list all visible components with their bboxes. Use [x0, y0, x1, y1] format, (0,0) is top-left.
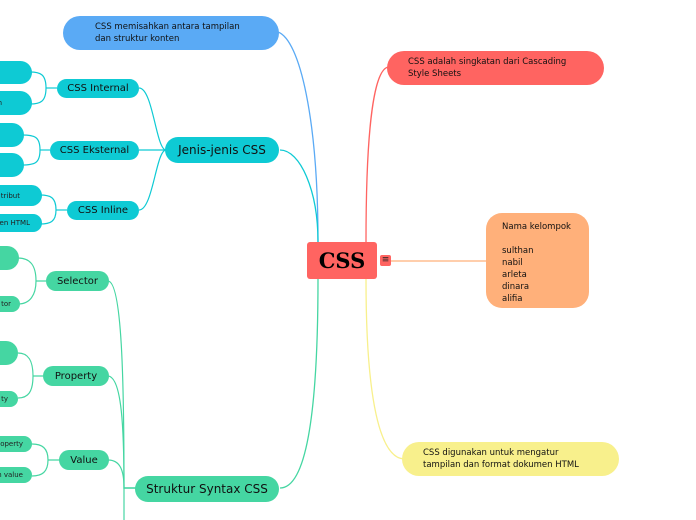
node-label: Value	[70, 454, 98, 466]
group-title: Nama kelompok	[502, 222, 571, 232]
node-property[interactable]: Property	[43, 366, 109, 386]
node-css-eksternal[interactable]: CSS Eksternal	[50, 141, 139, 160]
branch-label: Struktur Syntax CSS	[146, 482, 268, 496]
link-struktur-selector	[107, 280, 136, 489]
group-member: sulthan	[502, 246, 534, 256]
note-text: CSS adalah singkatan dari Cascading Styl…	[408, 57, 567, 79]
note-group-members[interactable]: Nama kelompok sulthan nabil arleta dinar…	[486, 213, 589, 308]
menu-icon[interactable]: ≡	[380, 255, 391, 266]
leaf-internal-1[interactable]	[0, 61, 32, 84]
leaf-selector-2[interactable]: tor	[0, 296, 20, 312]
note-text: CSS memisahkan antara tampilan dan struk…	[95, 22, 240, 44]
note-css-usage[interactable]: CSS digunakan untuk mengatur tampilan da…	[402, 442, 619, 476]
group-member: nabil	[502, 258, 523, 268]
node-label: CSS Internal	[67, 83, 129, 94]
link-jenis-internal	[138, 87, 167, 151]
link-blue	[277, 31, 319, 243]
root-node[interactable]: CSS	[307, 242, 377, 279]
note-text: CSS digunakan untuk mengatur tampilan da…	[423, 448, 579, 470]
leaf-inline-1[interactable]: tribut	[0, 185, 42, 206]
node-selector[interactable]: Selector	[46, 271, 109, 291]
note-css-separation[interactable]: CSS memisahkan antara tampilan dan struk…	[63, 16, 279, 50]
link-jenis-inline	[138, 149, 167, 211]
link-red	[365, 66, 389, 243]
group-member: alifia	[502, 294, 523, 304]
leaf-value-1[interactable]: operty	[0, 436, 32, 452]
link-struktur	[279, 278, 319, 489]
group-member: dinara	[502, 282, 530, 292]
node-label: CSS Eksternal	[59, 145, 130, 156]
link-yellow	[365, 278, 405, 460]
leaf-value-2[interactable]: n value	[0, 467, 32, 483]
note-css-definition[interactable]: CSS adalah singkatan dari Cascading Styl…	[387, 51, 604, 85]
node-value[interactable]: Value	[59, 450, 109, 470]
branch-label: Jenis-jenis CSS	[178, 143, 266, 157]
leaf-inline-2[interactable]: en HTML	[0, 214, 42, 232]
root-label: CSS	[318, 248, 366, 273]
node-css-internal[interactable]: CSS Internal	[57, 79, 139, 98]
node-label: CSS Inline	[77, 205, 129, 216]
node-css-inline[interactable]: CSS Inline	[67, 201, 139, 220]
link-jenis	[279, 149, 319, 243]
leaf-eksternal-2[interactable]	[0, 153, 24, 177]
node-label: Property	[54, 370, 98, 382]
leaf-internal-2[interactable]: n	[0, 91, 32, 115]
branch-jenis-css[interactable]: Jenis-jenis CSS	[165, 137, 279, 163]
group-member: arleta	[502, 270, 527, 280]
node-label: Selector	[56, 275, 99, 287]
branch-struktur-syntax[interactable]: Struktur Syntax CSS	[135, 476, 279, 502]
leaf-eksternal-1[interactable]	[0, 123, 24, 147]
leaf-property-2[interactable]: ty	[0, 391, 18, 407]
link-struktur-value	[107, 459, 136, 489]
